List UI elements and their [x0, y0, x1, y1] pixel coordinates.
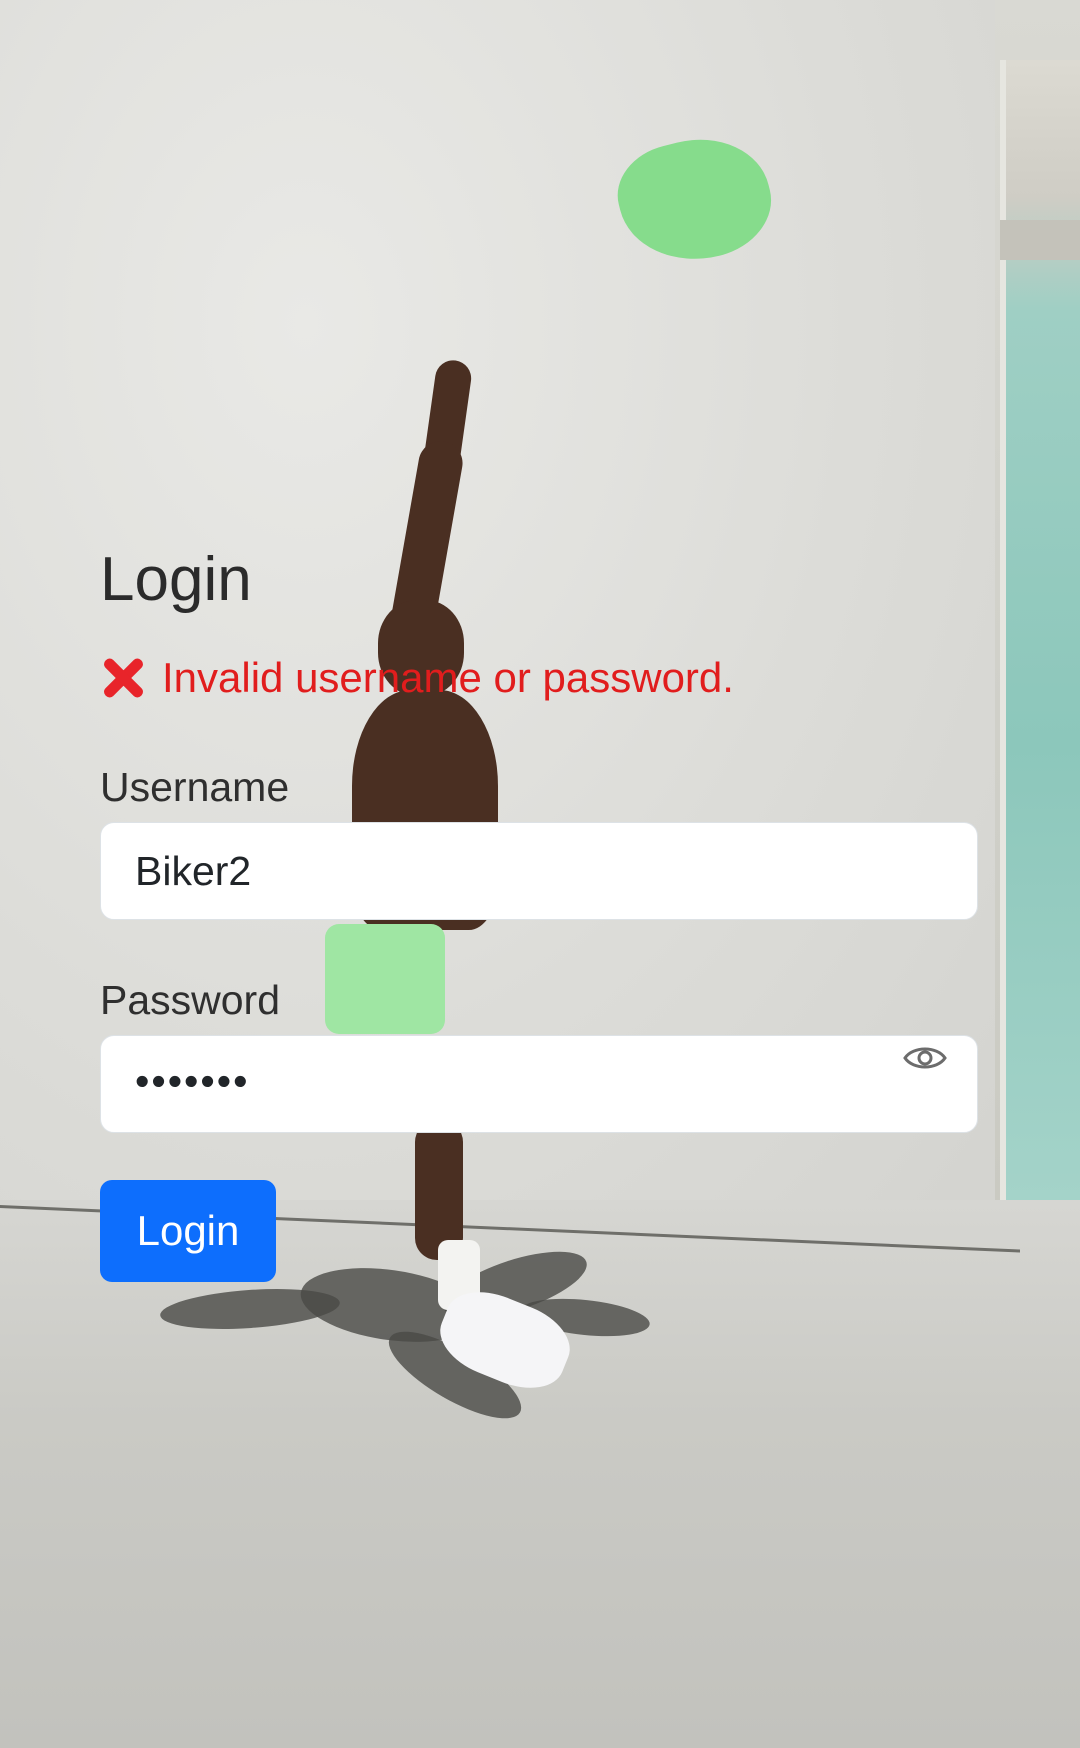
person-leg [415, 1120, 463, 1260]
username-label: Username [100, 764, 290, 810]
password-masked-value: ••••••• [135, 1058, 250, 1104]
error-text: Invalid username or password. [162, 654, 734, 701]
username-input[interactable] [100, 822, 978, 920]
password-input[interactable]: ••••••• [100, 1035, 978, 1133]
person-shorts [325, 924, 445, 1034]
error-message: Invalid username or password. [100, 650, 734, 706]
eye-icon[interactable] [903, 1044, 947, 1072]
password-label: Password [100, 977, 281, 1023]
page-title: Login [100, 545, 252, 614]
login-button[interactable]: Login [100, 1180, 276, 1282]
cross-mark-icon [100, 655, 146, 701]
background-doorframe [1000, 220, 1080, 260]
